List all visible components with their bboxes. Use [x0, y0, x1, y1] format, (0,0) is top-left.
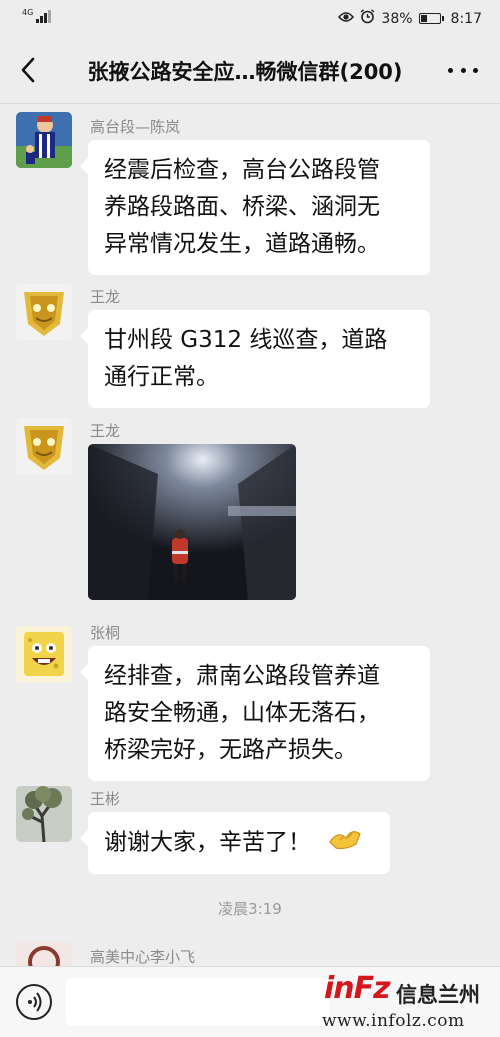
- battery-icon: [418, 13, 444, 24]
- sender-name: 高美中心李小飞: [90, 948, 196, 966]
- watermark: inFz 信息兰州 www.infolz.com: [322, 971, 492, 1033]
- message-line: 路安全畅通，山体无落石，: [104, 700, 380, 726]
- voice-icon[interactable]: [16, 984, 52, 1020]
- dot: [448, 67, 453, 73]
- sender-name: 王龙: [90, 288, 121, 306]
- fist-bump-emoji: [328, 824, 362, 862]
- message-line: 甘州段 G312 线巡查，道路: [104, 327, 388, 353]
- message-bubble[interactable]: 甘州段 G312 线巡查，道路 通行正常。: [80, 310, 430, 408]
- input-bar: inFz 信息兰州 www.infolz.com: [0, 966, 500, 1037]
- clock: 8:17: [450, 10, 482, 27]
- alarm-icon: [360, 9, 375, 28]
- avatar[interactable]: [16, 626, 72, 682]
- watermark-url: www.infolz.com: [322, 1011, 465, 1031]
- signal-bar: [44, 13, 48, 23]
- message-input[interactable]: [66, 978, 330, 1026]
- sender-name: 王龙: [90, 422, 121, 440]
- battery-fill: [420, 15, 427, 22]
- more-dots-icon[interactable]: [448, 58, 478, 82]
- sender-name: 王彬: [90, 790, 121, 808]
- message-line: 异常情况发生，道路通畅。: [104, 231, 380, 257]
- chat-title: 张掖公路安全应…畅微信群(200): [87, 60, 403, 84]
- signal-indicator: 4G: [22, 8, 52, 23]
- avatar[interactable]: [16, 418, 72, 474]
- eye-icon: [338, 11, 355, 27]
- signal-bar: [48, 10, 52, 23]
- avatar[interactable]: [16, 942, 72, 966]
- message-bubble[interactable]: 经排查，肃南公路段管养道 路安全畅通，山体无落石， 桥梁完好，无路产损失。: [80, 646, 430, 781]
- tunnel-inspection-photo[interactable]: [88, 444, 296, 600]
- message-line: 桥梁完好，无路产损失。: [104, 737, 357, 763]
- sender-name: 高台段—陈岚: [90, 118, 181, 136]
- message-line: 养路段路面、桥梁、涵洞无: [104, 194, 380, 220]
- dot: [460, 67, 466, 73]
- watermark-name: 信息兰州: [396, 983, 480, 1007]
- watermark-logo: inFz: [324, 971, 391, 1006]
- status-bar: 4G 38% 8:17: [0, 0, 500, 38]
- network-type: 4G: [22, 8, 34, 17]
- timestamp: 凌晨3:19: [218, 900, 282, 918]
- message-line: 通行正常。: [104, 364, 219, 390]
- chat-header: 张掖公路安全应…畅微信群(200): [0, 38, 500, 104]
- signal-bar: [40, 16, 44, 23]
- message-bubble[interactable]: 经震后检查，高台公路段管 养路段路面、桥梁、涵洞无 异常情况发生，道路通畅。: [80, 140, 430, 275]
- avatar[interactable]: [16, 786, 72, 842]
- message-line: 谢谢大家，辛苦了！: [104, 829, 311, 856]
- chevron-left-icon[interactable]: [14, 55, 44, 85]
- avatar[interactable]: [16, 112, 72, 168]
- avatar[interactable]: [16, 284, 72, 340]
- message-line: 经震后检查，高台公路段管: [104, 157, 380, 183]
- signal-bar: [36, 19, 40, 23]
- dot: [473, 67, 478, 73]
- message-bubble[interactable]: 谢谢大家，辛苦了！: [80, 812, 390, 874]
- battery-percent: 38%: [381, 10, 413, 27]
- message-line: 经排查，肃南公路段管养道: [104, 663, 380, 689]
- sender-name: 张桐: [90, 624, 121, 642]
